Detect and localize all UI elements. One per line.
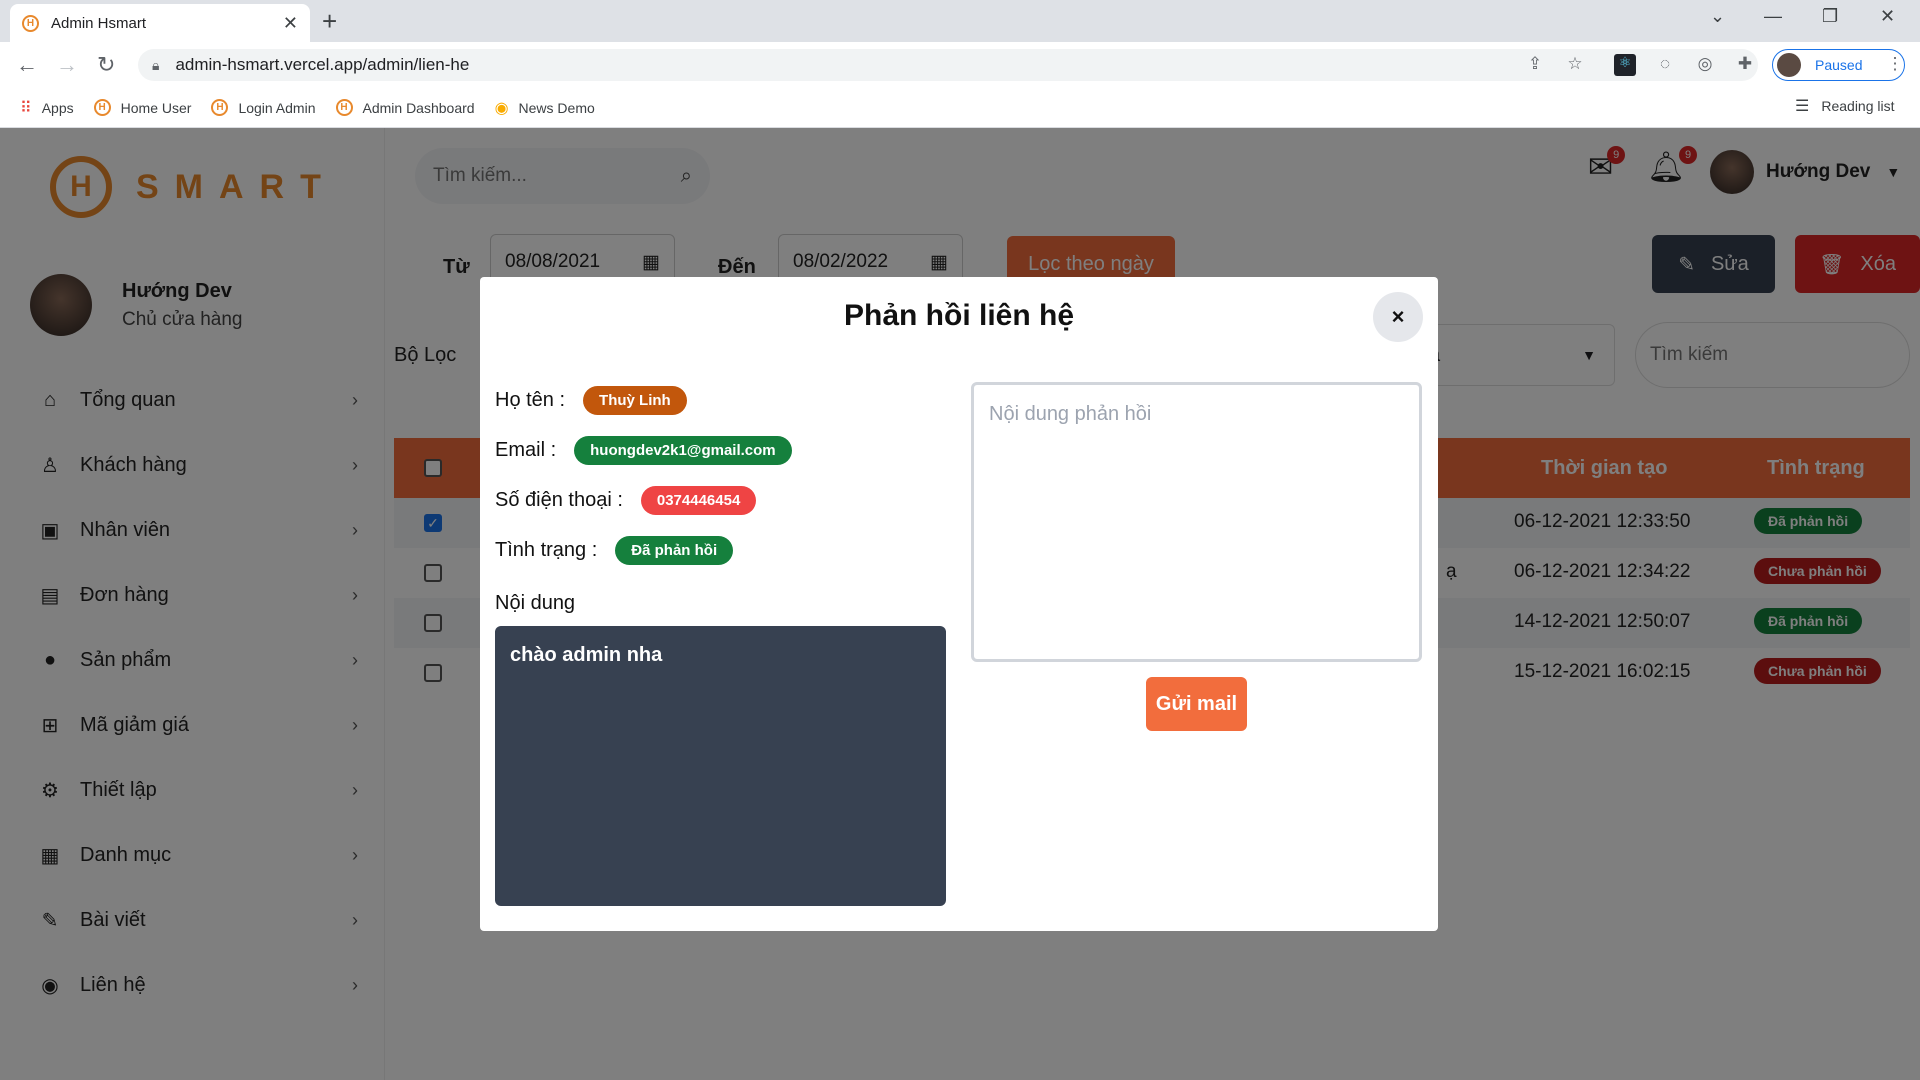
favicon-h-icon: H	[211, 99, 229, 116]
apps-grid-icon: ⠿	[20, 99, 32, 117]
phone-pill: 0374446454	[640, 486, 757, 515]
tab-title: Admin Hsmart	[51, 14, 147, 32]
url-field[interactable]: 🔒︎ admin-hsmart.vercel.app/admin/lien-he	[138, 49, 1758, 81]
status-badge: Đã phản hồi	[615, 536, 734, 565]
minimize-icon[interactable]: —	[1764, 6, 1782, 27]
reading-list-icon: ☰	[1795, 98, 1810, 115]
bookmark-home-user[interactable]: H Home User	[93, 99, 191, 116]
url-text: admin-hsmart.vercel.app/admin/lien-he	[175, 55, 470, 74]
lock-icon: 🔒︎	[152, 56, 160, 73]
forward-icon[interactable]: →	[56, 52, 78, 78]
puzzle-icon[interactable]: ✚	[1734, 54, 1756, 76]
content-label: Nội dung	[495, 592, 576, 614]
status-row: Tình trạng : Đã phản hồi	[495, 536, 734, 565]
bookmark-apps[interactable]: ⠿ Apps	[20, 98, 74, 118]
reply-contact-modal: Phản hồi liên hệ × Họ tên : Thuỳ Linh Em…	[480, 277, 1438, 931]
email-label: Email :	[495, 439, 557, 461]
bookmark-admin-dashboard[interactable]: H Admin Dashboard	[335, 99, 475, 116]
extension-2-icon[interactable]: ◎	[1694, 54, 1716, 76]
chrome-menu-icon[interactable]: ⋮	[1884, 54, 1906, 76]
status-label: Tình trạng :	[495, 539, 598, 561]
extension-icon[interactable]: ◌	[1654, 54, 1676, 76]
browser-tab[interactable]: H Admin Hsmart ✕	[10, 4, 310, 42]
restore-icon[interactable]: ❐	[1822, 6, 1838, 27]
bookmark-login-admin[interactable]: H Login Admin	[211, 99, 316, 116]
share-icon[interactable]: ⇪	[1524, 54, 1546, 76]
new-tab-icon[interactable]: +	[322, 6, 337, 37]
back-icon[interactable]: ←	[16, 52, 38, 78]
content-box: chào admin nha	[495, 626, 946, 906]
name-pill: Thuỳ Linh	[583, 386, 687, 415]
news-favicon-icon: ◉	[494, 99, 509, 117]
name-label: Họ tên :	[495, 389, 566, 411]
favicon-h-icon: H	[93, 99, 111, 116]
bookmarks-bar: ⠿ Apps H Home User H Login Admin H Admin Das…	[0, 88, 1920, 128]
favicon-h-icon: H	[22, 14, 39, 32]
email-pill: huongdev2k1@gmail.com	[574, 436, 792, 465]
phone-label: Số điện thoại :	[495, 489, 623, 511]
bookmark-news-demo[interactable]: ◉ News Demo	[495, 98, 595, 118]
tab-search-icon[interactable]: ⌄	[1710, 6, 1725, 27]
tab-close-icon[interactable]: ✕	[283, 13, 298, 34]
email-row: Email : huongdev2k1@gmail.com	[495, 436, 792, 465]
name-row: Họ tên : Thuỳ Linh	[495, 386, 687, 415]
reload-icon[interactable]: ↻	[97, 52, 115, 78]
window-close-icon[interactable]: ✕	[1880, 6, 1895, 27]
favicon-h-icon: H	[335, 99, 353, 116]
profile-label: Paused	[1815, 57, 1863, 73]
profile-avatar	[1777, 53, 1801, 77]
reading-list[interactable]: ☰ Reading list	[1795, 96, 1895, 116]
react-devtools-icon[interactable]: ⚛	[1614, 54, 1636, 76]
close-icon[interactable]: ×	[1373, 292, 1423, 342]
send-mail-button[interactable]: Gửi mail	[1146, 677, 1247, 731]
bookmark-star-icon[interactable]: ☆	[1564, 54, 1586, 76]
phone-row: Số điện thoại : 0374446454	[495, 486, 757, 515]
modal-title: Phản hồi liên hệ	[843, 299, 1075, 332]
reply-textarea[interactable]	[971, 382, 1422, 662]
